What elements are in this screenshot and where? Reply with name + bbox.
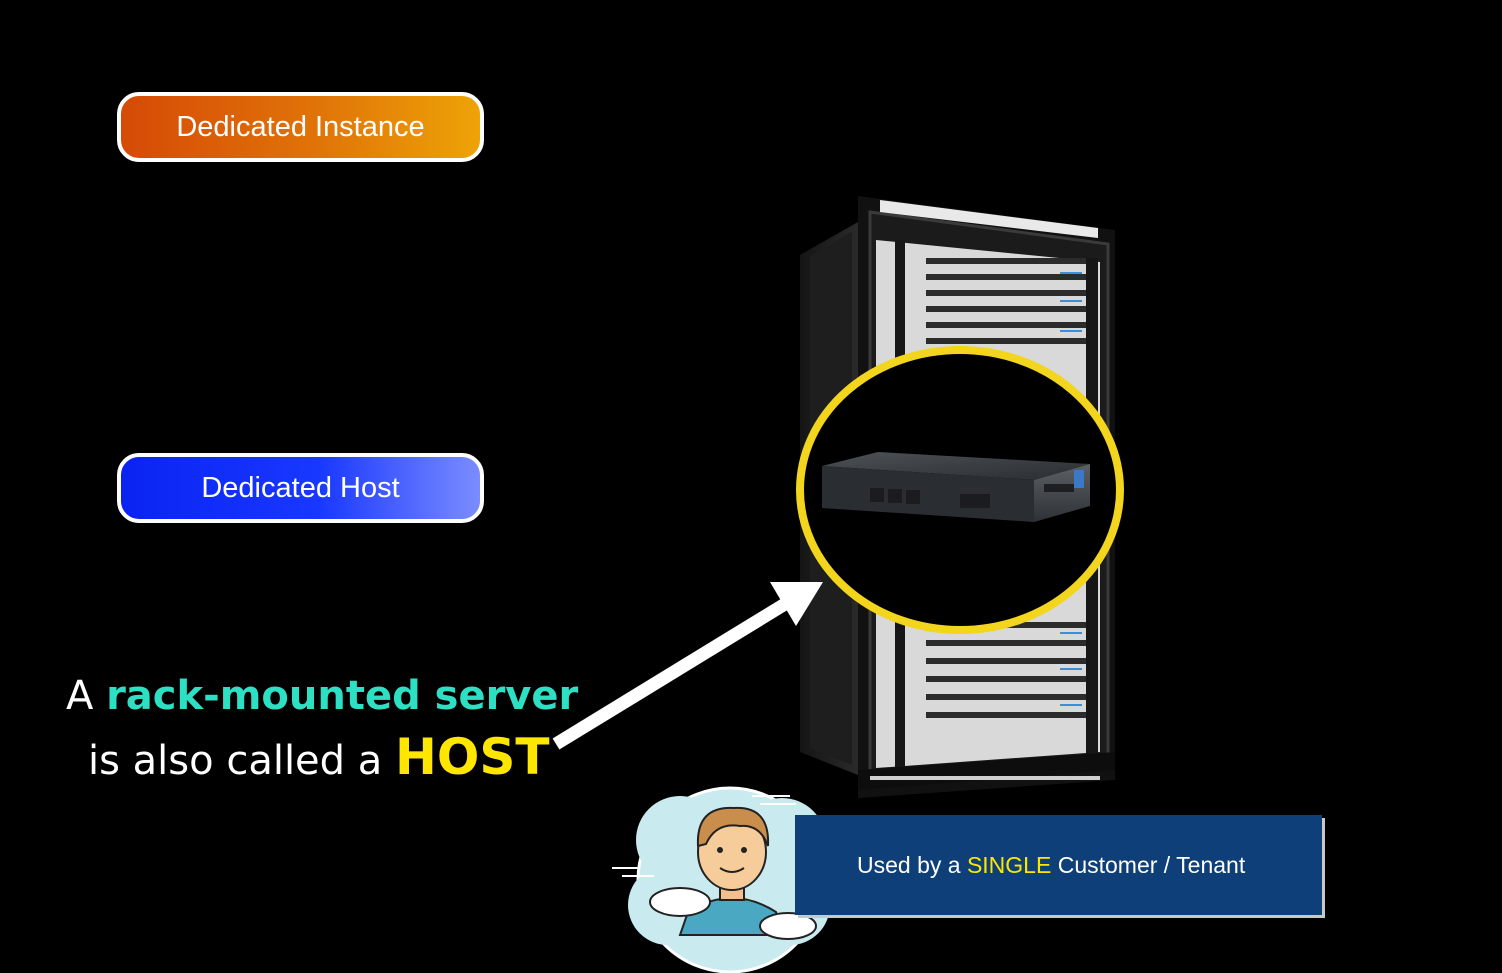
pointer-arrow-icon (552, 582, 823, 750)
dedicated-host-label: Dedicated Host (201, 471, 400, 504)
caption-line-2: is also called a HOST (88, 728, 549, 786)
caption-line-2-prefix: is also called a (88, 738, 395, 784)
tenant-banner-prefix: Used by a (857, 851, 961, 878)
tenant-banner-suffix: Customer / Tenant (1057, 851, 1246, 878)
caption-line-1-prefix: A (66, 673, 107, 719)
dedicated-instance-button[interactable]: Dedicated Instance (117, 92, 484, 162)
tenant-banner-highlight: SINGLE (966, 851, 1052, 878)
caption-line-1: A rack-mounted server (66, 673, 578, 719)
tenant-banner: Used by a SINGLE Customer / Tenant (795, 815, 1322, 915)
dedicated-host-button[interactable]: Dedicated Host (117, 453, 484, 523)
dedicated-instance-label: Dedicated Instance (176, 110, 425, 143)
caption-line-1-highlight: rack-mounted server (106, 673, 579, 719)
caption-line-2-highlight: HOST (395, 728, 550, 786)
